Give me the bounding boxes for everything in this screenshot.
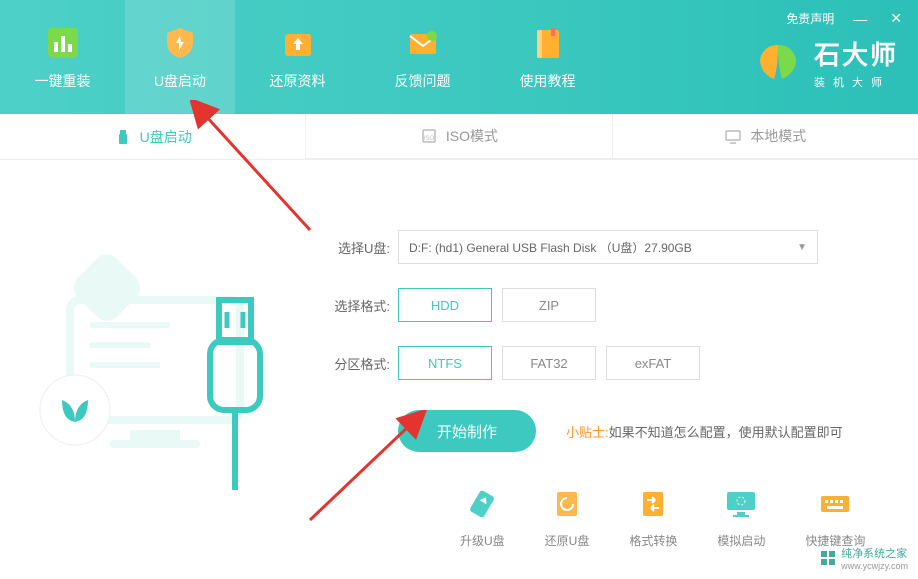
nav-usb-boot[interactable]: U盘启动 <box>125 0 235 114</box>
nav-label: 反馈问题 <box>395 71 451 91</box>
nav-restore[interactable]: 还原资料 <box>235 0 360 114</box>
mail-icon <box>403 23 443 63</box>
iso-icon: ISO <box>420 127 438 145</box>
partition-exfat-button[interactable]: exFAT <box>606 346 700 380</box>
close-button[interactable]: ✕ <box>886 8 906 29</box>
nav-label: U盘启动 <box>154 71 206 91</box>
keyboard-icon <box>817 486 853 522</box>
tip-text: 小贴士:如果不知道怎么配置，使用默认配置即可 <box>566 422 843 441</box>
tool-format-convert[interactable]: 格式转换 <box>629 486 677 549</box>
watermark-url: www.ycwjzy.com <box>841 561 908 571</box>
sub-tab-label: ISO模式 <box>446 126 498 146</box>
illustration <box>0 190 310 510</box>
sub-tab-label: U盘启动 <box>140 127 192 147</box>
action-row: 开始制作 小贴士:如果不知道怎么配置，使用默认配置即可 <box>398 410 878 452</box>
usb-select-value: D:F: (hd1) General USB Flash Disk （U盘）27… <box>409 239 692 256</box>
select-format-label: 选择格式: <box>320 296 390 315</box>
select-usb-label: 选择U盘: <box>320 238 390 257</box>
brand: 石大师 装机大师 <box>754 35 898 90</box>
tool-hotkey-query[interactable]: 快捷键查询 <box>805 486 865 549</box>
watermark-icon <box>820 550 836 566</box>
shield-icon <box>160 23 200 63</box>
form-area: 选择U盘: D:F: (hd1) General USB Flash Disk … <box>310 190 918 510</box>
partition-format-label: 分区格式: <box>320 354 390 373</box>
chevron-down-icon: ▼ <box>797 242 807 253</box>
tool-restore-usb[interactable]: 还原U盘 <box>545 486 590 549</box>
tool-label: 模拟启动 <box>717 532 765 549</box>
nav-label: 使用教程 <box>520 71 576 91</box>
sub-tab-iso[interactable]: ISO ISO模式 <box>306 114 612 159</box>
tool-label: 还原U盘 <box>545 532 590 549</box>
tool-simulate-boot[interactable]: 模拟启动 <box>717 486 765 549</box>
watermark-name: 纯净系统之家 <box>841 545 908 561</box>
nav-feedback[interactable]: 反馈问题 <box>360 0 485 114</box>
format-hdd-button[interactable]: HDD <box>398 288 492 322</box>
partition-fat32-button[interactable]: FAT32 <box>502 346 596 380</box>
disclaimer-link[interactable]: 免责声明 <box>786 10 834 27</box>
nav-reinstall[interactable]: 一键重装 <box>0 0 125 114</box>
brand-subtitle: 装机大师 <box>814 74 898 90</box>
bar-chart-icon <box>43 23 83 63</box>
nav-label: 还原资料 <box>270 71 326 91</box>
brand-logo-icon <box>754 39 802 87</box>
monitor-boot-icon <box>723 486 759 522</box>
sub-tab-label: 本地模式 <box>750 126 806 146</box>
sub-tabs: U盘启动 ISO ISO模式 本地模式 <box>0 114 918 160</box>
tool-label: 升级U盘 <box>460 532 505 549</box>
nav-tutorial[interactable]: 使用教程 <box>485 0 610 114</box>
tool-label: 格式转换 <box>629 532 677 549</box>
book-icon <box>528 23 568 63</box>
window-controls: 免责声明 — ✕ <box>786 8 906 29</box>
footer-tools: 升级U盘 还原U盘 格式转换 模拟启动 快捷键查询 <box>460 486 865 549</box>
tip-label: 小贴士: <box>566 425 609 440</box>
select-usb-row: 选择U盘: D:F: (hd1) General USB Flash Disk … <box>320 230 878 264</box>
minimize-button[interactable]: — <box>849 9 871 29</box>
usb-up-icon <box>464 486 500 522</box>
monitor-icon <box>724 127 742 145</box>
brand-title: 石大师 <box>814 35 898 72</box>
sub-tab-local[interactable]: 本地模式 <box>613 114 918 159</box>
format-zip-button[interactable]: ZIP <box>502 288 596 322</box>
main-nav: 一键重装 U盘启动 还原资料 反馈问题 使用教程 <box>0 0 610 114</box>
select-format-row: 选择格式: HDD ZIP <box>320 288 878 322</box>
convert-icon <box>635 486 671 522</box>
start-create-button[interactable]: 开始制作 <box>398 410 536 452</box>
usb-select[interactable]: D:F: (hd1) General USB Flash Disk （U盘）27… <box>398 230 818 264</box>
svg-text:ISO: ISO <box>424 136 435 142</box>
folder-up-icon <box>278 23 318 63</box>
nav-label: 一键重装 <box>35 71 91 91</box>
usb-restore-icon <box>549 486 585 522</box>
sub-tab-usb[interactable]: U盘启动 <box>0 114 306 159</box>
tool-upgrade-usb[interactable]: 升级U盘 <box>460 486 505 549</box>
usb-icon <box>114 128 132 146</box>
header-bar: 免责声明 — ✕ 一键重装 U盘启动 还原资料 反馈问题 <box>0 0 918 114</box>
content-area: 选择U盘: D:F: (hd1) General USB Flash Disk … <box>0 160 918 510</box>
partition-format-row: 分区格式: NTFS FAT32 exFAT <box>320 346 878 380</box>
watermark: 纯净系统之家 www.ycwjzy.com <box>820 545 908 571</box>
partition-ntfs-button[interactable]: NTFS <box>398 346 492 380</box>
tip-content: 如果不知道怎么配置，使用默认配置即可 <box>609 425 843 440</box>
